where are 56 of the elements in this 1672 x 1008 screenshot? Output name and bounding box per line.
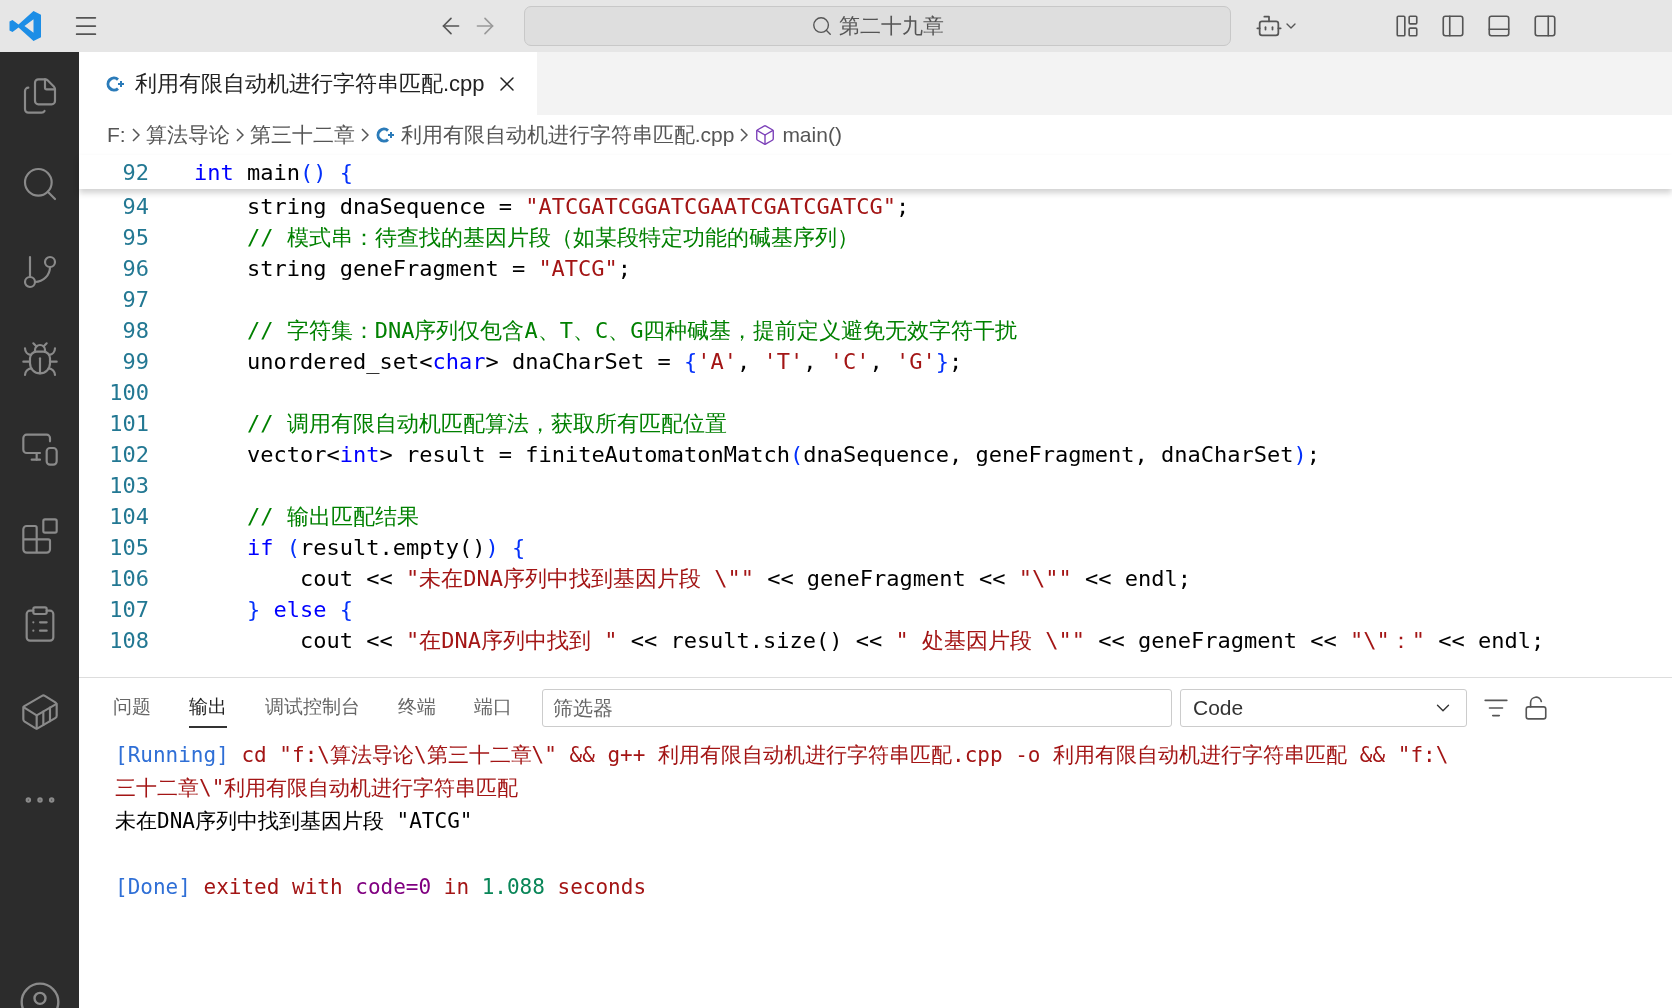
output-line: 三十二章\"利用有限自动机进行字符串匹配 [115, 774, 520, 802]
editor-tab[interactable]: 利用有限自动机进行字符串匹配.cpp [79, 52, 537, 115]
code-line: string dnaSequence = "ATCGATCGGATCGAATCGATCGATCG"; [245, 194, 910, 219]
output-line: [Running] cd "f:\算法导论\第三十二章\" && g++ 利用有限自动机进行字符串匹配.cpp -o 利用有限自动机进行字符串匹配 && "f:\ [115, 741, 1450, 769]
line-number: 94 [121, 194, 149, 219]
line-number: 92 [121, 159, 149, 185]
line-number: 100 [108, 380, 149, 405]
line-number: 103 [108, 473, 149, 498]
line-number: 97 [121, 287, 149, 312]
code-line: cout << "未在DNA序列中找到基因片段 \"" << geneFragment << "\"" << endl; [298, 564, 1191, 593]
line-number: 107 [108, 597, 149, 622]
code-line: int main() { [194, 159, 353, 185]
line-number: 105 [108, 535, 149, 560]
line-number: 96 [121, 256, 149, 281]
search-icon [811, 15, 833, 37]
line-number: 95 [121, 225, 149, 250]
line-number: 99 [121, 349, 149, 374]
cube-icon [754, 124, 777, 146]
breadcrumb-item[interactable]: 第三十二章 [249, 121, 355, 149]
chevron-icon [131, 128, 140, 142]
code-line: // 字符集：DNA序列仅包含A、T、C、G四种碱基，提前定义避免无效字符干扰 [245, 316, 1018, 345]
output-line: 未在DNA序列中找到基因片段 "ATCG" [115, 807, 474, 835]
panel-tab[interactable]: 端口 [474, 688, 512, 728]
code-line: } else { [245, 597, 353, 622]
tab-label: 利用有限自动机进行字符串匹配.cpp [135, 69, 485, 98]
breadcrumb-item[interactable]: 算法导论 [145, 121, 230, 149]
chevron-icon [360, 128, 369, 142]
code-line: cout << "在DNA序列中找到 " << result.size() << " 处基因片段 \"" << geneFragment << "\"：" << endl; [298, 626, 1545, 655]
code-line: // 调用有限自动机匹配算法，获取所有匹配位置 [245, 409, 727, 438]
output-line: [Done] exited with code=0 in 1.088 seconds [115, 873, 648, 901]
code-line: if (result.empty()) { [245, 535, 526, 560]
line-number: 101 [108, 411, 149, 436]
line-number: 98 [121, 318, 149, 343]
line-number: 108 [108, 628, 149, 653]
panel-tab[interactable]: 输出 [189, 688, 227, 728]
line-number: 102 [108, 442, 149, 467]
line-number: 104 [108, 504, 149, 529]
output-channel-dropdown[interactable]: Code [1180, 689, 1467, 727]
chevron-icon [740, 128, 749, 142]
line-number: 106 [108, 566, 149, 591]
panel-tab[interactable]: 问题 [113, 688, 151, 728]
breadcrumb-item[interactable]: 利用有限自动机进行字符串匹配.cpp [400, 121, 735, 149]
breadcrumb-item[interactable]: main() [782, 123, 842, 147]
command-search-field[interactable]: 第二十九章 [524, 6, 1231, 46]
code-line: string geneFragment = "ATCG"; [245, 256, 632, 281]
breadcrumb-item[interactable]: F: [107, 123, 126, 147]
panel-tab[interactable]: 终端 [398, 688, 436, 728]
filter-field[interactable]: 筛选器 [542, 689, 1172, 727]
code-line: unordered_set<char> dnaCharSet = {'A', 'T', 'C', 'G'}; [245, 349, 963, 374]
chevron-icon [235, 128, 244, 142]
panel-tab[interactable]: 调试控制台 [265, 688, 360, 728]
cpp-file-icon [374, 125, 395, 145]
code-line: vector<int> result = finiteAutomatonMatch(dnaSequence, geneFragment, dnaCharSet); [245, 442, 1320, 467]
app-logo [8, 8, 44, 44]
code-line: // 模式串：待查找的基因片段（如某段特定功能的碱基序列） [245, 223, 859, 252]
code-line: // 输出匹配结果 [245, 502, 419, 531]
